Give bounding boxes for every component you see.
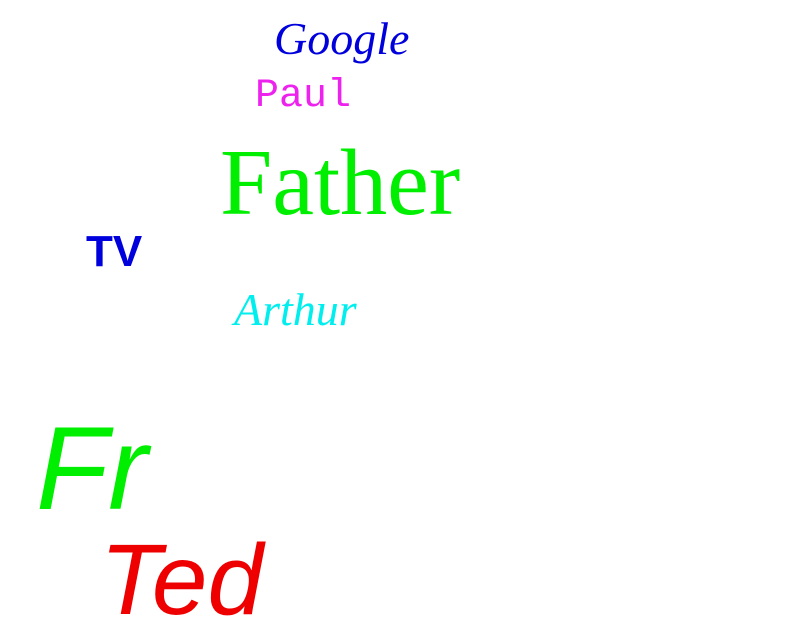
word-tv: TV (86, 227, 143, 276)
word-ted: Ted (100, 524, 264, 636)
word-father: Father (220, 131, 461, 235)
word-paul: Paul (255, 74, 352, 119)
word-arthur: Arthur (234, 284, 357, 335)
word-fr: Fr (36, 403, 148, 535)
word-google: Google (274, 13, 410, 64)
